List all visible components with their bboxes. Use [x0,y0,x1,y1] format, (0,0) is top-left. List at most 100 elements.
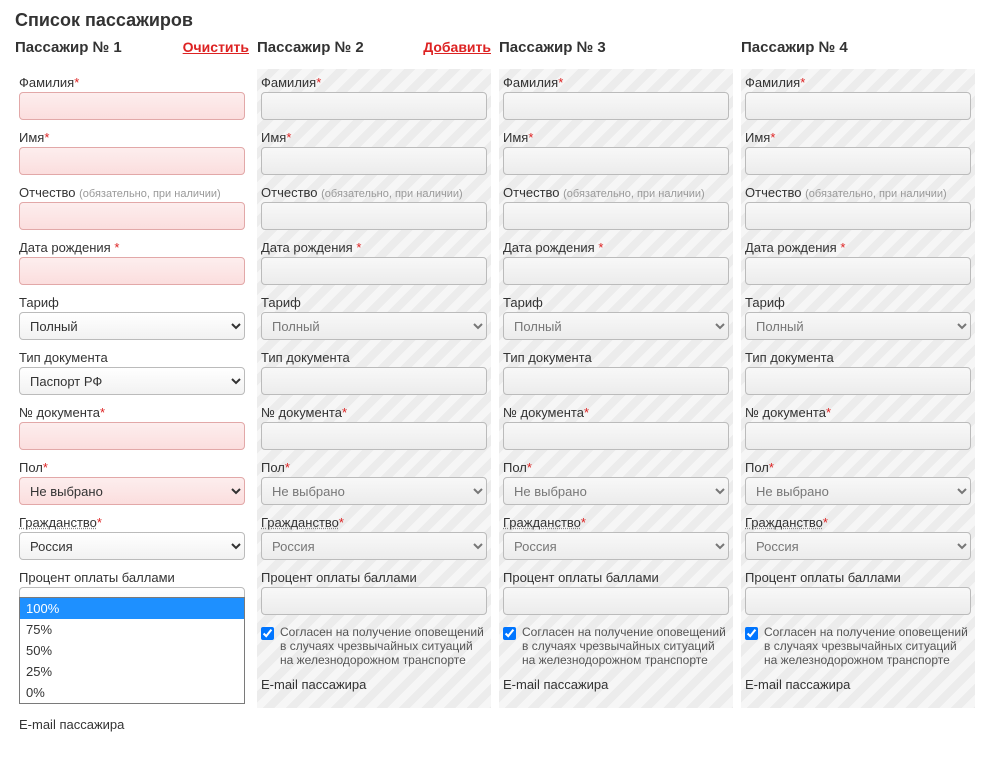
gender-select[interactable]: Не выбрано [261,477,487,505]
label-birthdate: Дата рождения * [503,240,729,255]
docnumber-input[interactable] [745,422,971,450]
label-docnumber: № документа* [503,405,729,420]
passenger-title: Пассажир № 1 [15,39,122,56]
label-docnumber: № документа* [745,405,971,420]
firstname-input[interactable] [745,147,971,175]
add-link[interactable]: Добавить [423,39,491,55]
gender-select[interactable]: Не выбрано [19,477,245,505]
doctype-input[interactable] [745,367,971,395]
points-dropdown[interactable]: 100% 75% 50% 25% 0% [19,597,245,704]
points-option-25[interactable]: 25% [20,661,244,682]
tariff-select[interactable]: Полный [19,312,245,340]
label-points: Процент оплаты баллами [19,570,245,585]
firstname-input[interactable] [19,147,245,175]
page-title: Список пассажиров [15,10,975,31]
points-input[interactable] [503,587,729,615]
gender-select[interactable]: Не выбрано [745,477,971,505]
birthdate-input[interactable] [503,257,729,285]
label-email: E-mail пассажира [19,717,245,732]
points-option-50[interactable]: 50% [20,640,244,661]
patronymic-input[interactable] [19,202,245,230]
passenger-title: Пассажир № 2 [257,39,364,56]
doctype-input[interactable] [261,367,487,395]
lastname-input[interactable] [503,92,729,120]
label-gender: Пол* [261,460,487,475]
citizenship-select[interactable]: Россия [745,532,971,560]
consent-checkbox[interactable] [261,627,274,640]
birthdate-input[interactable] [19,257,245,285]
label-lastname: Фамилия* [19,75,245,90]
doctype-select[interactable]: Паспорт РФ [19,367,245,395]
passenger-col-3: Пассажир № 3 Фамилия* Имя* Отчество (обя… [499,39,733,748]
doctype-input[interactable] [503,367,729,395]
label-birthdate: Дата рождения * [261,240,487,255]
clear-link[interactable]: Очистить [183,39,249,55]
citizenship-select[interactable]: Россия [19,532,245,560]
passenger-columns: Пассажир № 1 Очистить Фамилия* Имя* Отче… [15,39,975,748]
label-firstname: Имя* [19,130,245,145]
label-doctype: Тип документа [261,350,487,365]
docnumber-input[interactable] [261,422,487,450]
label-patronymic: Отчество (обязательно, при наличии) [745,185,971,200]
consent-text: Согласен на получение оповещений в случа… [522,625,729,667]
patronymic-input[interactable] [503,202,729,230]
lastname-input[interactable] [745,92,971,120]
firstname-input[interactable] [261,147,487,175]
docnumber-input[interactable] [19,422,245,450]
label-email: E-mail пассажира [503,677,729,692]
label-email: E-mail пассажира [261,677,487,692]
label-birthdate: Дата рождения * [19,240,245,255]
label-citizenship: Гражданство* [503,515,729,530]
points-input[interactable] [261,587,487,615]
patronymic-input[interactable] [261,202,487,230]
gender-select[interactable]: Не выбрано [503,477,729,505]
passenger-title: Пассажир № 3 [499,39,606,56]
points-option-0[interactable]: 0% [20,682,244,703]
label-citizenship: Гражданство* [261,515,487,530]
citizenship-select[interactable]: Россия [503,532,729,560]
passenger-title: Пассажир № 4 [741,39,848,56]
tariff-select[interactable]: Полный [745,312,971,340]
patronymic-input[interactable] [745,202,971,230]
label-patronymic: Отчество (обязательно, при наличии) [19,185,245,200]
label-points: Процент оплаты баллами [261,570,487,585]
label-patronymic: Отчество (обязательно, при наличии) [503,185,729,200]
consent-text: Согласен на получение оповещений в случа… [280,625,487,667]
lastname-input[interactable] [261,92,487,120]
label-docnumber: № документа* [261,405,487,420]
consent-row: Согласен на получение оповещений в случа… [261,625,487,667]
points-input[interactable] [745,587,971,615]
consent-text: Согласен на получение оповещений в случа… [764,625,971,667]
label-birthdate: Дата рождения * [745,240,971,255]
firstname-input[interactable] [503,147,729,175]
label-tariff: Тариф [745,295,971,310]
lastname-input[interactable] [19,92,245,120]
label-gender: Пол* [19,460,245,475]
consent-checkbox[interactable] [745,627,758,640]
label-lastname: Фамилия* [261,75,487,90]
birthdate-input[interactable] [261,257,487,285]
points-option-75[interactable]: 75% [20,619,244,640]
label-tariff: Тариф [19,295,245,310]
label-gender: Пол* [745,460,971,475]
label-doctype: Тип документа [19,350,245,365]
points-option-100[interactable]: 100% [20,598,244,619]
birthdate-input[interactable] [745,257,971,285]
tariff-select[interactable]: Полный [503,312,729,340]
label-firstname: Имя* [503,130,729,145]
label-doctype: Тип документа [745,350,971,365]
label-citizenship: Гражданство* [745,515,971,530]
label-doctype: Тип документа [503,350,729,365]
consent-checkbox[interactable] [503,627,516,640]
passenger-col-1: Пассажир № 1 Очистить Фамилия* Имя* Отче… [15,39,249,748]
label-points: Процент оплаты баллами [745,570,971,585]
passenger-col-2: Пассажир № 2 Добавить Фамилия* Имя* Отче… [257,39,491,748]
label-patronymic: Отчество (обязательно, при наличии) [261,185,487,200]
label-points: Процент оплаты баллами [503,570,729,585]
tariff-select[interactable]: Полный [261,312,487,340]
citizenship-select[interactable]: Россия [261,532,487,560]
consent-row: Согласен на получение оповещений в случа… [503,625,729,667]
docnumber-input[interactable] [503,422,729,450]
label-citizenship: Гражданство* [19,515,245,530]
label-lastname: Фамилия* [503,75,729,90]
